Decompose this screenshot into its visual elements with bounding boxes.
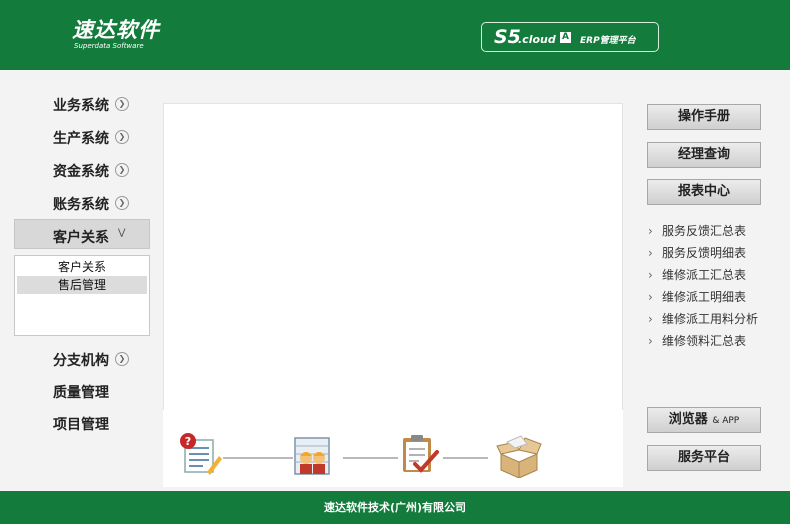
dispatch-workers-icon[interactable] <box>291 434 335 478</box>
report-link[interactable]: › 维修派工明细表 <box>648 286 758 308</box>
nav-label: 业务系统 <box>53 98 109 114</box>
nav-item-projects[interactable]: 项目管理 <box>0 407 160 439</box>
manager-query-button[interactable]: 经理查询 <box>647 142 761 168</box>
chevron-double-down-icon: ⋁ <box>118 228 126 238</box>
badge-s5: S5 <box>494 26 521 48</box>
report-list: › 服务反馈汇总表 › 服务反馈明细表 › 维修派工汇总表 › 维修派工明细表 › 维修派… <box>648 220 758 352</box>
badge-cloud: .cloud <box>518 33 556 46</box>
brand-logo: 速达软件 Superdata Software <box>72 18 160 50</box>
browser-app-suffix: & APP <box>712 416 740 426</box>
nav-label: 客户关系 <box>53 230 109 246</box>
logo-chinese: 速达软件 <box>72 18 160 42</box>
nav-label: 分支机构 <box>53 353 109 369</box>
delivery-box-icon[interactable] <box>493 432 543 478</box>
nav-label: 质量管理 <box>53 385 109 401</box>
flow-connector <box>443 457 488 459</box>
submenu-item-crm[interactable]: 客户关系 <box>17 258 147 276</box>
report-link[interactable]: › 维修派工用料分析 <box>648 308 758 330</box>
chevron-right-icon: › <box>648 224 653 238</box>
nav-item-quality[interactable]: 质量管理 <box>0 375 160 407</box>
chevron-down-icon: ❯ <box>115 130 129 144</box>
nav-label: 生产系统 <box>53 131 109 147</box>
workflow-strip: ? <box>163 410 623 487</box>
svg-text:?: ? <box>185 435 191 448</box>
chevron-down-icon: ❯ <box>115 163 129 177</box>
chevron-down-icon: ❯ <box>115 352 129 366</box>
service-platform-button[interactable]: 服务平台 <box>647 445 761 471</box>
nav-label: 项目管理 <box>53 417 109 433</box>
report-link[interactable]: › 维修派工汇总表 <box>648 264 758 286</box>
footer: 速达软件技术(广州)有限公司 <box>0 491 790 524</box>
nav-item-crm-active[interactable]: 客户关系 ⋁ <box>14 219 150 249</box>
flow-connector <box>343 457 398 459</box>
report-link[interactable]: › 服务反馈明细表 <box>648 242 758 264</box>
browser-app-button[interactable]: 浏览器 & APP <box>647 407 761 433</box>
browser-app-label: 浏览器 <box>668 412 708 427</box>
crm-submenu: 客户关系 售后管理 <box>14 255 150 336</box>
nav-item-funds[interactable]: 资金系统 ❯ <box>0 154 160 186</box>
report-link[interactable]: › 维修领料汇总表 <box>648 330 758 352</box>
chevron-right-icon: › <box>648 334 653 348</box>
chevron-right-icon: › <box>648 268 653 282</box>
manual-button[interactable]: 操作手册 <box>647 104 761 130</box>
report-center-button[interactable]: 报表中心 <box>647 179 761 205</box>
service-request-icon[interactable]: ? <box>179 432 223 476</box>
nav-item-branches[interactable]: 分支机构 ❯ <box>0 343 160 375</box>
flow-connector <box>223 457 293 459</box>
chevron-right-icon: › <box>648 312 653 326</box>
chevron-down-icon: ❯ <box>115 196 129 210</box>
nav-item-production[interactable]: 生产系统 ❯ <box>0 121 160 153</box>
nav-label: 资金系统 <box>53 164 109 180</box>
report-link[interactable]: › 服务反馈汇总表 <box>648 220 758 242</box>
nav-item-business[interactable]: 业务系统 ❯ <box>0 88 160 120</box>
chevron-right-icon: › <box>648 290 653 304</box>
badge-edition: A <box>560 32 571 43</box>
chevron-down-icon: ❯ <box>115 97 129 111</box>
nav-item-accounting[interactable]: 账务系统 ❯ <box>0 187 160 219</box>
badge-subtitle: ERP管理平台 <box>580 36 636 46</box>
checklist-approve-icon[interactable] <box>397 432 441 476</box>
logo-english: Superdata Software <box>74 42 144 50</box>
product-badge: S5 .cloud A ERP管理平台 <box>481 22 659 52</box>
nav-label: 账务系统 <box>53 197 109 213</box>
app-header: 速达软件 Superdata Software S5 .cloud A ERP管… <box>0 0 790 70</box>
submenu-item-aftersales[interactable]: 售后管理 <box>17 276 147 294</box>
chevron-right-icon: › <box>648 246 653 260</box>
